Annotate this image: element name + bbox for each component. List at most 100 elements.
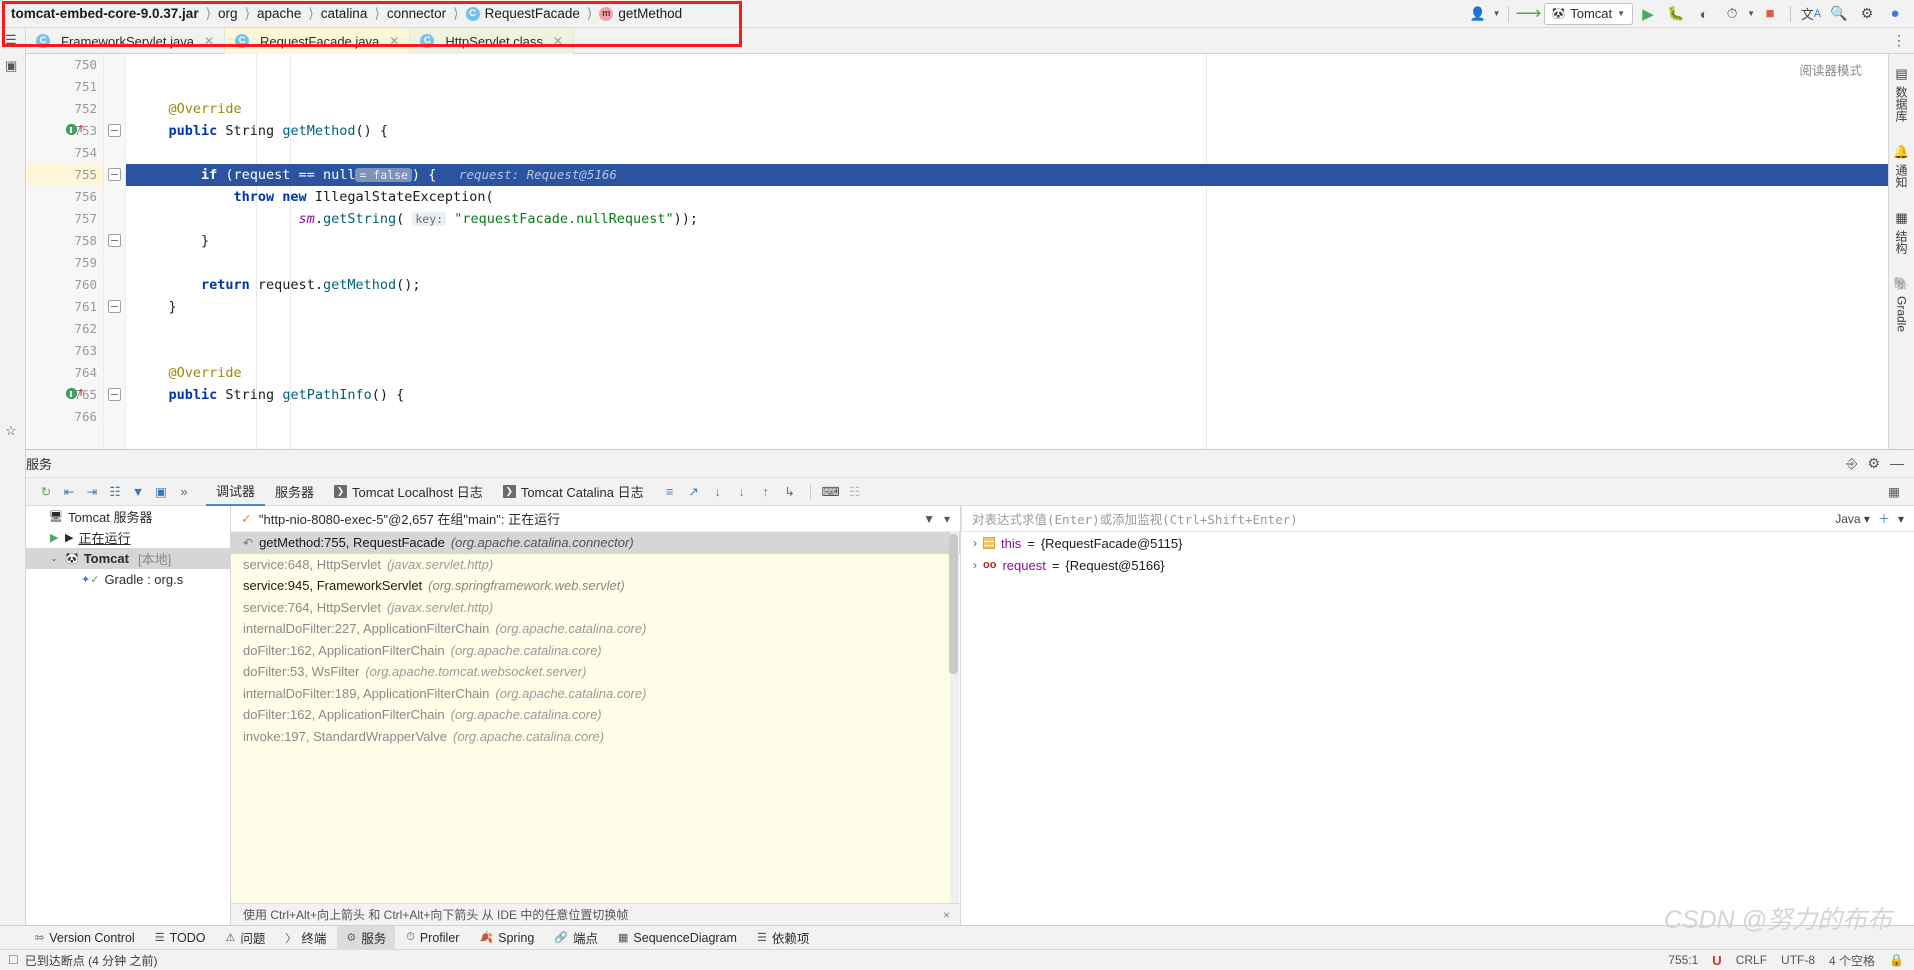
chevron-icon[interactable]: ▶ [50,531,60,544]
breadcrumb-item-apache[interactable]: apache [255,6,303,21]
more-options-icon[interactable]: ⋮ [1892,32,1906,49]
frame-row[interactable]: doFilter:162, ApplicationFilterChain (or… [231,704,960,726]
toolwindow-database[interactable]: ▤ 数据库 [1893,60,1910,136]
code-line[interactable] [126,142,1900,164]
bottom-tab-sequencediagram[interactable]: ▦ SequenceDiagram [609,926,746,950]
fold-toggle-icon[interactable] [108,234,121,247]
line-number[interactable]: 765 ↑ [26,384,103,406]
watch-input[interactable]: 对表达式求值(Enter)或添加监视(Ctrl+Shift+Enter) [961,505,1825,532]
gear-icon[interactable]: ⚙ [1867,455,1880,472]
more-icon[interactable]: » [174,482,194,502]
run-to-cursor-icon[interactable]: ↳ [780,482,800,502]
frame-row[interactable]: ↶ getMethod:755, RequestFacade (org.apach… [231,532,960,554]
variables-list[interactable]: › this = {RequestFacade@5115} › oo request =… [961,532,1914,576]
frame-row[interactable]: internalDoFilter:189, ApplicationFilterC… [231,683,960,705]
project-icon[interactable]: ☰ [5,32,17,48]
expand-chevron-icon[interactable]: › [973,536,977,550]
close-icon[interactable]: × [943,908,960,922]
chevron-icon[interactable]: ⌄ [50,553,60,564]
services-tree-item[interactable]: ✦✓ Gradle : org.s [26,569,230,590]
file-encoding[interactable]: UTF-8 [1781,953,1815,967]
language-selector[interactable]: Java ▾ [1835,512,1870,526]
add-watch-icon[interactable]: ＋ [1878,510,1890,527]
editor-tab-frameworkservlet[interactable]: C FrameworkServlet.java ✕ [26,28,225,54]
step-over-icon[interactable]: ↗ [684,482,704,502]
layout-icon[interactable]: ▣ [151,482,171,502]
chevron-down-icon[interactable]: ▾ [1898,512,1904,526]
code-line[interactable]: public String getMethod() { [126,120,1900,142]
run-configuration-selector[interactable]: 🐼 Tomcat ▼ [1543,2,1634,25]
code-line[interactable]: throw new IllegalStateException( [126,186,1900,208]
reader-mode-label[interactable]: 阅读器模式 [1799,60,1862,79]
bottom-tab-终端[interactable]: 〉 终端 [276,926,335,950]
line-number[interactable]: 752 [26,98,103,120]
gear-icon[interactable]: ⚙ [1854,2,1880,26]
run-button[interactable]: ▶ [1635,2,1661,26]
frames-list[interactable]: ↶ getMethod:755, RequestFacade (org.apach… [231,532,960,903]
help-icon[interactable]: ⎆ [1846,455,1857,472]
breadcrumb-item-method[interactable]: m getMethod [597,6,684,21]
chevron-down-icon[interactable]: ▾ [944,512,950,526]
line-number[interactable]: 766 [26,406,103,428]
code-line[interactable] [126,54,1900,76]
line-number-gutter[interactable]: 750 751 752 753 ↑ 754 755 756 757 758 759 760 761 762… [26,54,104,449]
line-number[interactable]: 757 [26,208,103,230]
bottom-tab-端点[interactable]: 🔗 端点 [545,926,607,950]
line-number[interactable]: 755 [26,164,103,186]
indent-setting[interactable]: 4 个空格 [1829,952,1875,969]
line-number[interactable]: 764 [26,362,103,384]
services-tree-item[interactable]: 🖥 Tomcat 服务器 [26,506,230,527]
breadcrumb-item-jar[interactable]: tomcat-embed-core-9.0.37.jar [9,6,201,21]
override-arrow-icon[interactable]: ↑ [77,122,85,136]
code-line[interactable] [126,252,1900,274]
frame-row[interactable]: doFilter:162, ApplicationFilterChain (or… [231,640,960,662]
editor-tab-requestfacade[interactable]: C RequestFacade.java ✕ [225,28,411,54]
services-tree-item[interactable]: ▶ ▶ 正在运行 [26,527,230,548]
code-line[interactable] [126,406,1900,428]
group-icon[interactable]: ☷ [105,482,125,502]
bottom-tab-version-control[interactable]: ⇰ Version Control [26,926,144,950]
step-into-icon[interactable]: ↓ [708,482,728,502]
expand-chevron-icon[interactable]: › [973,558,977,572]
frame-row[interactable]: doFilter:53, WsFilter (org.apache.tomcat… [231,661,960,683]
line-number[interactable]: 760 [26,274,103,296]
frames-scrollbar[interactable] [949,532,959,903]
bottom-tab-spring[interactable]: 🍂 Spring [470,926,543,950]
frame-row[interactable]: service:764, HttpServlet (javax.servlet.… [231,597,960,619]
editor-tab-httpservlet[interactable]: C HttpServlet.class ✕ [410,28,574,54]
frame-row[interactable]: service:945, FrameworkServlet (org.sprin… [231,575,960,597]
tab-tomcat-catalina-log[interactable]: ❯ Tomcat Catalina 日志 [493,478,654,506]
line-number[interactable]: 763 [26,340,103,362]
step-out-icon[interactable]: ↑ [756,482,776,502]
variable-row[interactable]: › oo request = {Request@5166} [961,554,1914,576]
search-icon[interactable]: 🔍 [1826,2,1852,26]
expand-all-icon[interactable]: ⇤ [59,482,79,502]
services-tree[interactable]: 🖥 Tomcat 服务器 ▶ ▶ 正在运行 ⌄ 🐼 Tomcat [本地] ✦✓ Gradle : … [26,506,231,925]
code-line[interactable] [126,318,1900,340]
line-number[interactable]: 761 [26,296,103,318]
collapse-all-icon[interactable]: ⇥ [82,482,102,502]
bottom-tab-问题[interactable]: ⚠ 问题 [216,926,274,950]
line-number[interactable]: 759 [26,252,103,274]
translate-icon[interactable]: 文A [1798,2,1824,26]
fold-toggle-icon[interactable] [108,124,121,137]
evaluate-expression-icon[interactable]: ⌨ [821,482,841,502]
breadcrumb[interactable]: tomcat-embed-core-9.0.37.jar ⟩ org ⟩ apa… [0,0,684,28]
close-icon[interactable]: ✕ [389,34,399,48]
debug-button[interactable]: 🐛 [1663,2,1689,26]
close-icon[interactable]: ✕ [553,34,563,48]
code-line[interactable] [126,340,1900,362]
force-step-into-icon[interactable]: ↓ [732,482,752,502]
frames-scrollbar-thumb[interactable] [949,534,958,674]
restore-layout-icon[interactable]: ↻ [36,482,56,502]
chevron-down-icon[interactable]: ▼ [1747,9,1755,18]
line-number[interactable]: 750 [26,54,103,76]
breadcrumb-item-connector[interactable]: connector [385,6,448,21]
fold-toggle-icon[interactable] [108,168,121,181]
bottom-tab-todo[interactable]: ☰ TODO [146,926,215,950]
code-line[interactable] [126,76,1900,98]
vcs-branch-badge[interactable]: U [1712,953,1721,968]
bottom-tab-profiler[interactable]: ⏱ Profiler [397,926,468,950]
code-text-area[interactable]: @Override public String getMethod() { if… [126,54,1900,449]
bottom-tab-服务[interactable]: ⚙ 服务 [337,925,396,950]
